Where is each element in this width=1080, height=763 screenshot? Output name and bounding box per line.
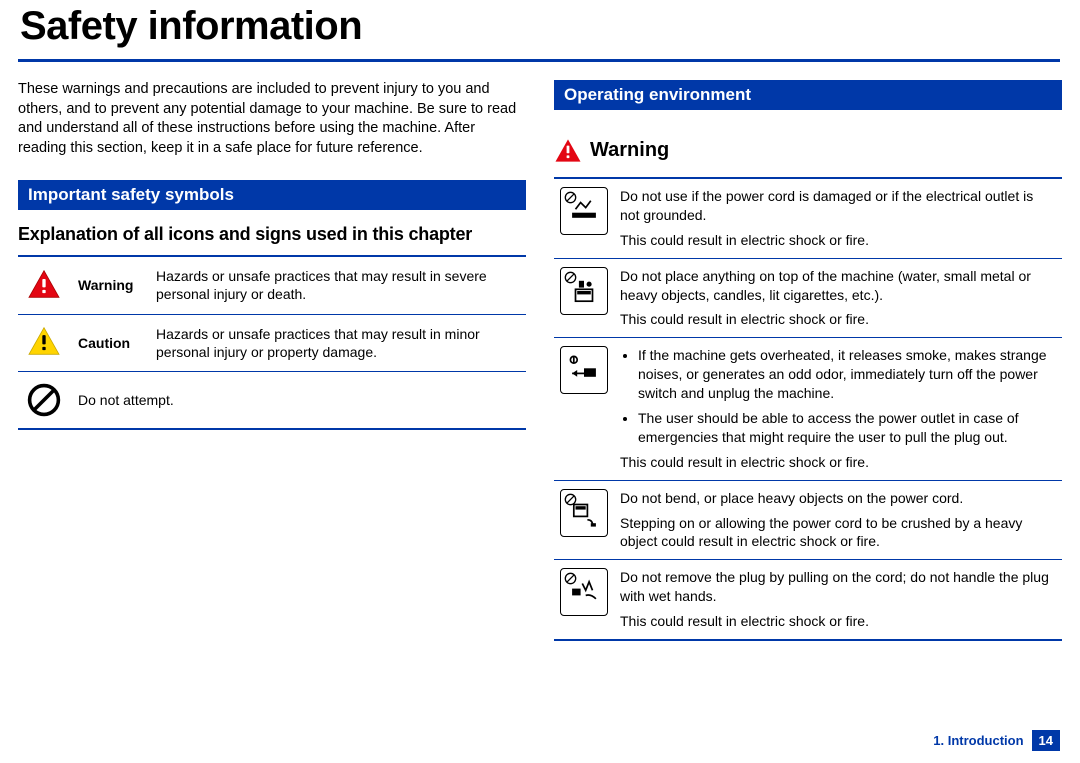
symbol-label: Warning xyxy=(70,257,148,314)
row-text: Do not bend, or place heavy objects on t… xyxy=(614,480,1062,560)
warning-triangle-icon xyxy=(554,138,582,163)
table-row: Do not use if the power cord is damaged … xyxy=(554,178,1062,258)
warning-heading-label: Warning xyxy=(590,139,669,162)
table-row: Caution Hazards or unsafe practices that… xyxy=(18,314,526,371)
symbol-desc: Hazards or unsafe practices that may res… xyxy=(148,314,526,371)
row-text: Do not use if the power cord is damaged … xyxy=(614,178,1062,258)
pictogram-overheat-unplug-icon xyxy=(560,346,608,394)
pictogram-objects-on-machine-icon xyxy=(560,267,608,315)
row-text: Do not remove the plug by pulling on the… xyxy=(614,560,1062,640)
prohibition-icon xyxy=(18,372,70,430)
right-column: Operating environment Warning xyxy=(554,80,1062,641)
operating-env-table: Do not use if the power cord is damaged … xyxy=(554,177,1062,641)
table-row: If the machine gets overheated, it relea… xyxy=(554,338,1062,480)
content-columns: These warnings and precautions are inclu… xyxy=(0,62,1080,641)
left-column: These warnings and precautions are inclu… xyxy=(18,80,526,641)
footer-page-number: 14 xyxy=(1032,730,1060,751)
table-row: Warning Hazards or unsafe practices that… xyxy=(18,257,526,314)
symbol-desc: Hazards or unsafe practices that may res… xyxy=(148,257,526,314)
table-row: Do not place anything on top of the mach… xyxy=(554,258,1062,338)
symbol-desc: Do not attempt. xyxy=(70,372,526,430)
warning-heading: Warning xyxy=(554,138,1062,163)
pictogram-damaged-cord-icon xyxy=(560,187,608,235)
section-bar-symbols: Important safety symbols xyxy=(18,180,526,210)
page-footer: 1. Introduction 14 xyxy=(933,730,1060,751)
footer-chapter: 1. Introduction xyxy=(933,733,1023,748)
caution-triangle-icon xyxy=(18,314,70,371)
page-title: Safety information xyxy=(0,0,1080,59)
row-text: Do not place anything on top of the mach… xyxy=(614,258,1062,338)
warning-triangle-icon xyxy=(18,257,70,314)
table-row: Do not remove the plug by pulling on the… xyxy=(554,560,1062,640)
pictogram-bend-cord-icon xyxy=(560,489,608,537)
symbol-label: Caution xyxy=(70,314,148,371)
intro-paragraph: These warnings and precautions are inclu… xyxy=(18,80,526,158)
symbol-legend-table: Warning Hazards or unsafe practices that… xyxy=(18,257,526,430)
section-bar-operating-env: Operating environment xyxy=(554,80,1062,110)
table-row: Do not bend, or place heavy objects on t… xyxy=(554,480,1062,560)
table-row: Do not attempt. xyxy=(18,372,526,430)
subhead-symbols: Explanation of all icons and signs used … xyxy=(18,224,526,245)
row-text: If the machine gets overheated, it relea… xyxy=(614,338,1062,480)
pictogram-wet-hands-plug-icon xyxy=(560,568,608,616)
